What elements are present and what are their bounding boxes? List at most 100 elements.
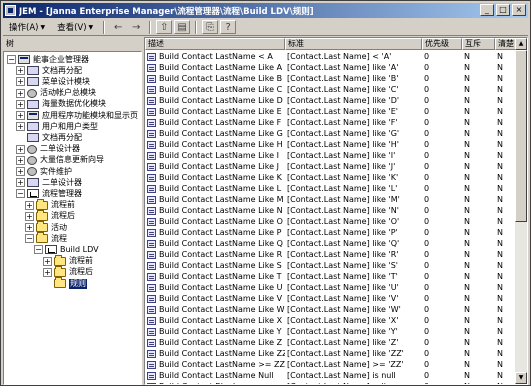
tree-node[interactable]: + 实件维护	[16, 166, 72, 177]
expand-icon[interactable]: +	[16, 88, 25, 98]
table-row[interactable]: Build Contact LastName Like V [Contact.La…	[145, 293, 517, 304]
table-cell: N	[462, 63, 495, 72]
tree-node[interactable]: + 海量数据优化模块	[16, 99, 106, 110]
expand-icon[interactable]: +	[16, 167, 25, 176]
table-row[interactable]: Build Contact Blank [Contact.Last Name] =…	[145, 381, 517, 384]
table-row[interactable]: Build Contact LastName Null [Contact.Last…	[145, 370, 517, 381]
tree-node[interactable]: 文档再分配	[16, 132, 82, 143]
table-row[interactable]: Build Contact LastName Like F [Contact.La…	[145, 117, 517, 128]
expand-icon[interactable]: +	[25, 200, 34, 210]
table-row[interactable]: Build Contact LastName Like A [Contact.La…	[145, 62, 517, 73]
table-cell: Build Contact LastName Like L	[145, 184, 285, 193]
close-icon[interactable]: ×	[512, 4, 526, 16]
app-icon[interactable]	[5, 5, 16, 16]
expand-icon[interactable]: +	[16, 122, 25, 132]
menu-action[interactable]: 操作(A) ▼	[3, 20, 51, 35]
tree-node[interactable]: + 流程后	[25, 209, 75, 222]
collapse-icon[interactable]: −	[34, 245, 43, 255]
table-row[interactable]: Build Contact LastName Like I [Contact.La…	[145, 150, 517, 161]
scroll-thumb[interactable]	[515, 50, 527, 222]
tree-node[interactable]: + 大量信息更新向导	[16, 155, 104, 166]
table-row[interactable]: Build Contact LastName Like C [Contact.La…	[145, 84, 517, 95]
help-icon[interactable]: ?	[220, 20, 237, 34]
table-row[interactable]: Build Contact LastName Like E [Contact.La…	[145, 106, 517, 117]
tree-node[interactable]: + 菜单设计模块	[16, 76, 90, 87]
scroll-down-icon[interactable]: ▼	[515, 372, 527, 384]
tree-node[interactable]: − 流程管理器	[16, 188, 82, 199]
tree-node[interactable]: − Build LDV	[34, 244, 99, 255]
tree-node[interactable]: + 流程前	[25, 198, 75, 211]
expand-icon[interactable]: +	[16, 155, 25, 165]
table-row[interactable]: Build Contact LastName < A [Contact.Last …	[145, 51, 517, 62]
table-row[interactable]: Build Contact LastName Like L [Contact.La…	[145, 183, 517, 194]
column-header[interactable]: 优先级	[422, 38, 462, 50]
expand-icon[interactable]: +	[16, 66, 25, 76]
table-row[interactable]: Build Contact LastName Like H [Contact.La…	[145, 139, 517, 150]
tree-node[interactable]: + 活动	[25, 221, 67, 233]
tree-node[interactable]: 规则	[43, 277, 87, 289]
table-cell: Build Contact LastName Like R	[145, 250, 285, 259]
expand-icon[interactable]: +	[16, 111, 25, 120]
table-row[interactable]: Build Contact LastName Like K [Contact.La…	[145, 172, 517, 183]
expand-icon[interactable]: +	[43, 267, 52, 277]
table-row[interactable]: Build Contact LastName Like R [Contact.La…	[145, 249, 517, 260]
vertical-scrollbar[interactable]: ▲ ▼	[515, 38, 527, 384]
expand-icon[interactable]: +	[43, 256, 52, 266]
title-bar[interactable]: JEM - [Janna Enterprise Manager\流程管理器\流程…	[3, 3, 528, 18]
table-row[interactable]: Build Contact LastName Like Z [Contact.La…	[145, 337, 517, 348]
tree-pane: 树 − 能事企业管理器 + 文档再分配 + 菜单设计模块 + 活动帐户总模块 + 海量数据优化模块…	[3, 37, 142, 385]
table-row[interactable]: Build Contact LastName Like G [Contact.La…	[145, 128, 517, 139]
expand-icon[interactable]: +	[25, 223, 34, 232]
table-row[interactable]: Build Contact LastName Like D [Contact.La…	[145, 95, 517, 106]
tree-node[interactable]: + 应用程序功能模块和显示页	[16, 110, 138, 121]
tree-view[interactable]: − 能事企业管理器 + 文档再分配 + 菜单设计模块 + 活动帐户总模块 + 海量数据优化模块 + 应…	[3, 51, 142, 385]
folder-icon	[54, 277, 66, 288]
scroll-up-icon[interactable]: ▲	[515, 38, 527, 50]
tree-node[interactable]: + 文档再分配	[16, 65, 82, 76]
table-row[interactable]: Build Contact LastName Like N [Contact.La…	[145, 205, 517, 216]
collapse-icon[interactable]: −	[25, 234, 34, 244]
expand-icon[interactable]: +	[16, 77, 25, 87]
menu-view[interactable]: 查看(V) ▼	[51, 20, 99, 35]
table-row[interactable]: Build Contact LastName Like T [Contact.La…	[145, 271, 517, 282]
expand-icon[interactable]: +	[16, 99, 25, 109]
table-row[interactable]: Build Contact LastName Like ZZ [Contact.L…	[145, 348, 517, 359]
table-row[interactable]: Build Contact LastName Like Y [Contact.La…	[145, 326, 517, 337]
back-icon[interactable]: ←	[110, 20, 126, 34]
table-row[interactable]: Build Contact LastName >= ZZ [Contact.Las…	[145, 359, 517, 370]
table-row[interactable]: Build Contact LastName Like U [Contact.La…	[145, 282, 517, 293]
table-row[interactable]: Build Contact LastName Like W [Contact.La…	[145, 304, 517, 315]
properties-icon[interactable]: ▤	[174, 20, 191, 34]
table-row[interactable]: Build Contact LastName Like X [Contact.La…	[145, 315, 517, 326]
expand-icon[interactable]: +	[16, 144, 25, 154]
table-row[interactable]: Build Contact LastName Like O [Contact.La…	[145, 216, 517, 227]
column-header[interactable]: 标准	[285, 38, 422, 50]
column-header[interactable]: 互斥	[462, 38, 495, 50]
table-row[interactable]: Build Contact LastName Like P [Contact.La…	[145, 227, 517, 238]
tree-node[interactable]: + 活动帐户总模块	[16, 88, 96, 99]
minimize-icon[interactable]: _	[480, 4, 494, 16]
tree-node[interactable]: − 流程	[25, 232, 67, 244]
table-row[interactable]: Build Contact LastName Like Q [Contact.La…	[145, 238, 517, 249]
column-header[interactable]: 描述	[145, 38, 285, 50]
collapse-icon[interactable]: −	[7, 55, 16, 64]
tree-node[interactable]: + 二单设计器	[16, 177, 82, 188]
export-icon[interactable]: ⎘	[202, 20, 219, 34]
table-row[interactable]: Build Contact LastName Like B [Contact.La…	[145, 73, 517, 84]
tree-node[interactable]: − 能事企业管理器	[7, 54, 89, 65]
expand-icon[interactable]: +	[25, 211, 34, 221]
tree-node[interactable]: + 流程前	[43, 254, 93, 267]
tree-node[interactable]: + 用户和用户类型	[16, 121, 98, 132]
tree-node[interactable]: + 二单设计器	[16, 144, 80, 155]
table-row[interactable]: Build Contact LastName Like J [Contact.La…	[145, 161, 517, 172]
table-cell: [Contact.Last Name] = ''	[285, 382, 422, 384]
maximize-icon[interactable]: □	[496, 4, 510, 16]
table-row[interactable]: Build Contact LastName Like M [Contact.La…	[145, 194, 517, 205]
collapse-icon[interactable]: −	[16, 189, 25, 199]
tree-node[interactable]: + 流程后	[43, 265, 93, 278]
up-folder-icon[interactable]: ⇧	[156, 20, 173, 34]
column-header[interactable]: 清楚	[495, 38, 517, 50]
forward-icon[interactable]: →	[128, 20, 144, 34]
table-row[interactable]: Build Contact LastName Like S [Contact.La…	[145, 260, 517, 271]
expand-icon[interactable]: +	[16, 178, 25, 188]
